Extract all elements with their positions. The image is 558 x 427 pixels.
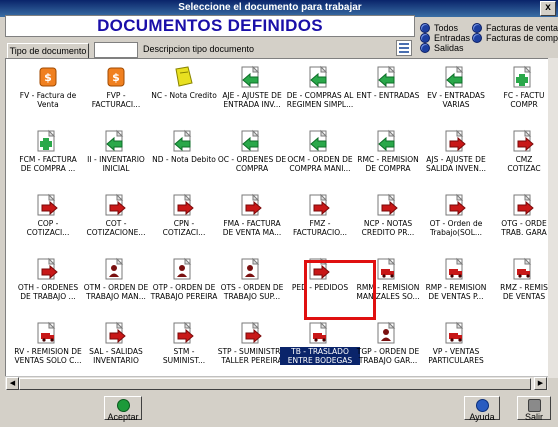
red-arrow-right-icon [105,193,127,217]
window-title: Seleccione el documento para trabajar [178,2,362,13]
green-arrow-left-icon [377,65,399,89]
document-label: RMZ - REMIS DE VENTAS [500,283,548,301]
green-arrow-left-icon [105,129,127,153]
money-bag-icon: $ [105,65,127,89]
radio-dot-icon [420,23,430,33]
red-arrow-right-icon [445,129,467,153]
accept-button[interactable]: Aceptar [104,396,142,422]
radio-dot-icon [472,23,482,33]
truck-icon [309,321,331,345]
person-icon [173,257,195,281]
truck-icon [445,257,467,281]
document-item[interactable]: CMZ COTIZAC [484,125,549,185]
red-arrow-right-icon [173,321,195,345]
check-icon [116,399,130,412]
green-arrow-left-icon [309,65,331,89]
scroll-right-icon[interactable]: ▶ [534,377,547,390]
money-bag-icon: $ [37,65,59,89]
green-arrow-left-icon [445,65,467,89]
svg-text:$: $ [44,71,52,84]
red-arrow-right-icon [513,129,535,153]
red-arrow-right-icon [37,193,59,217]
document-label: CMZ COTIZAC [507,155,541,173]
person-icon [241,257,263,281]
radio-dot-icon [420,43,430,53]
document-item[interactable]: RMZ - REMIS DE VENTAS [484,253,549,313]
radio-label: Todos [434,23,459,33]
radio-dot-icon [472,33,482,43]
truck-icon [37,321,59,345]
red-arrow-right-icon [445,193,467,217]
radio-facturas-venta[interactable]: Facturas de venta [472,23,558,33]
radio-label: Entradas [434,33,471,43]
help-label: Ayuda [469,412,495,422]
help-icon [475,399,489,412]
document-item[interactable]: OTG - ORDE TRAB. GARA [484,189,549,249]
selection-highlight-frame [304,260,376,320]
document-label: VP - VENTAS PARTICULARES [428,347,484,365]
green-plus-icon [37,129,59,153]
close-button[interactable]: x [540,1,556,16]
horizontal-scrollbar[interactable]: ◀ ▶ [5,376,548,390]
document-item[interactable]: FC - FACTU COMPR [484,61,549,121]
radio-facturas-compra[interactable]: Facturas de compra [472,33,558,43]
radio-label: Salidas [434,43,464,53]
radio-label: Facturas de compra [486,33,558,43]
person-icon [105,257,127,281]
document-item[interactable]: VP - VENTAS PARTICULARES [416,317,496,377]
exit-door-icon [527,399,541,412]
radio-dot-icon [420,33,430,43]
accept-label: Aceptar [107,412,139,422]
exit-button[interactable]: Salir [517,396,551,422]
green-arrow-left-icon [241,129,263,153]
document-label: FC - FACTU COMPR [503,91,545,109]
banner: DOCUMENTOS DEFINIDOS [5,15,415,37]
green-arrow-left-icon [173,129,195,153]
green-arrow-left-icon [241,65,263,89]
tipo-code-input[interactable] [94,42,138,58]
red-arrow-right-icon [241,321,263,345]
green-arrow-left-icon [309,129,331,153]
document-label: OTG - ORDE TRAB. GARA [501,219,547,237]
svg-text:$: $ [112,71,120,84]
radio-salidas[interactable]: Salidas [420,43,464,53]
red-arrow-right-icon [173,193,195,217]
filter-radio-group: Todos Facturas de venta Entradas Factura… [420,23,558,57]
green-plus-icon [513,65,535,89]
exit-label: Salir [524,412,543,422]
document-selector-window: Seleccione el documento para trabajar x … [0,0,558,427]
banner-title: DOCUMENTOS DEFINIDOS [97,16,323,35]
red-arrow-right-icon [241,193,263,217]
truck-icon [377,257,399,281]
grid-view-icon[interactable] [396,40,412,56]
help-button[interactable]: Ayuda [464,396,500,422]
radio-todos[interactable]: Todos [420,23,458,33]
radio-entradas[interactable]: Entradas [420,33,470,43]
vertical-scrollbar[interactable] [548,58,558,378]
truck-icon [513,257,535,281]
red-arrow-right-icon [37,257,59,281]
red-arrow-right-icon [377,193,399,217]
scroll-thumb[interactable] [19,378,531,390]
tipo-documento-button[interactable]: Tipo de documento [7,43,89,59]
person-icon [377,321,399,345]
radio-label: Facturas de venta [486,23,558,33]
scroll-left-icon[interactable]: ◀ [6,377,19,390]
tipo-description: Descripcion tipo documento [143,44,255,54]
yellow-note-icon [173,65,195,89]
green-arrow-left-icon [377,129,399,153]
truck-icon [445,321,467,345]
red-arrow-right-icon [105,321,127,345]
red-arrow-right-icon [513,193,535,217]
document-icon-list: $ FV - Factura de Venta $ FVP - FACTURACI..… [5,58,550,378]
red-arrow-right-icon [309,193,331,217]
